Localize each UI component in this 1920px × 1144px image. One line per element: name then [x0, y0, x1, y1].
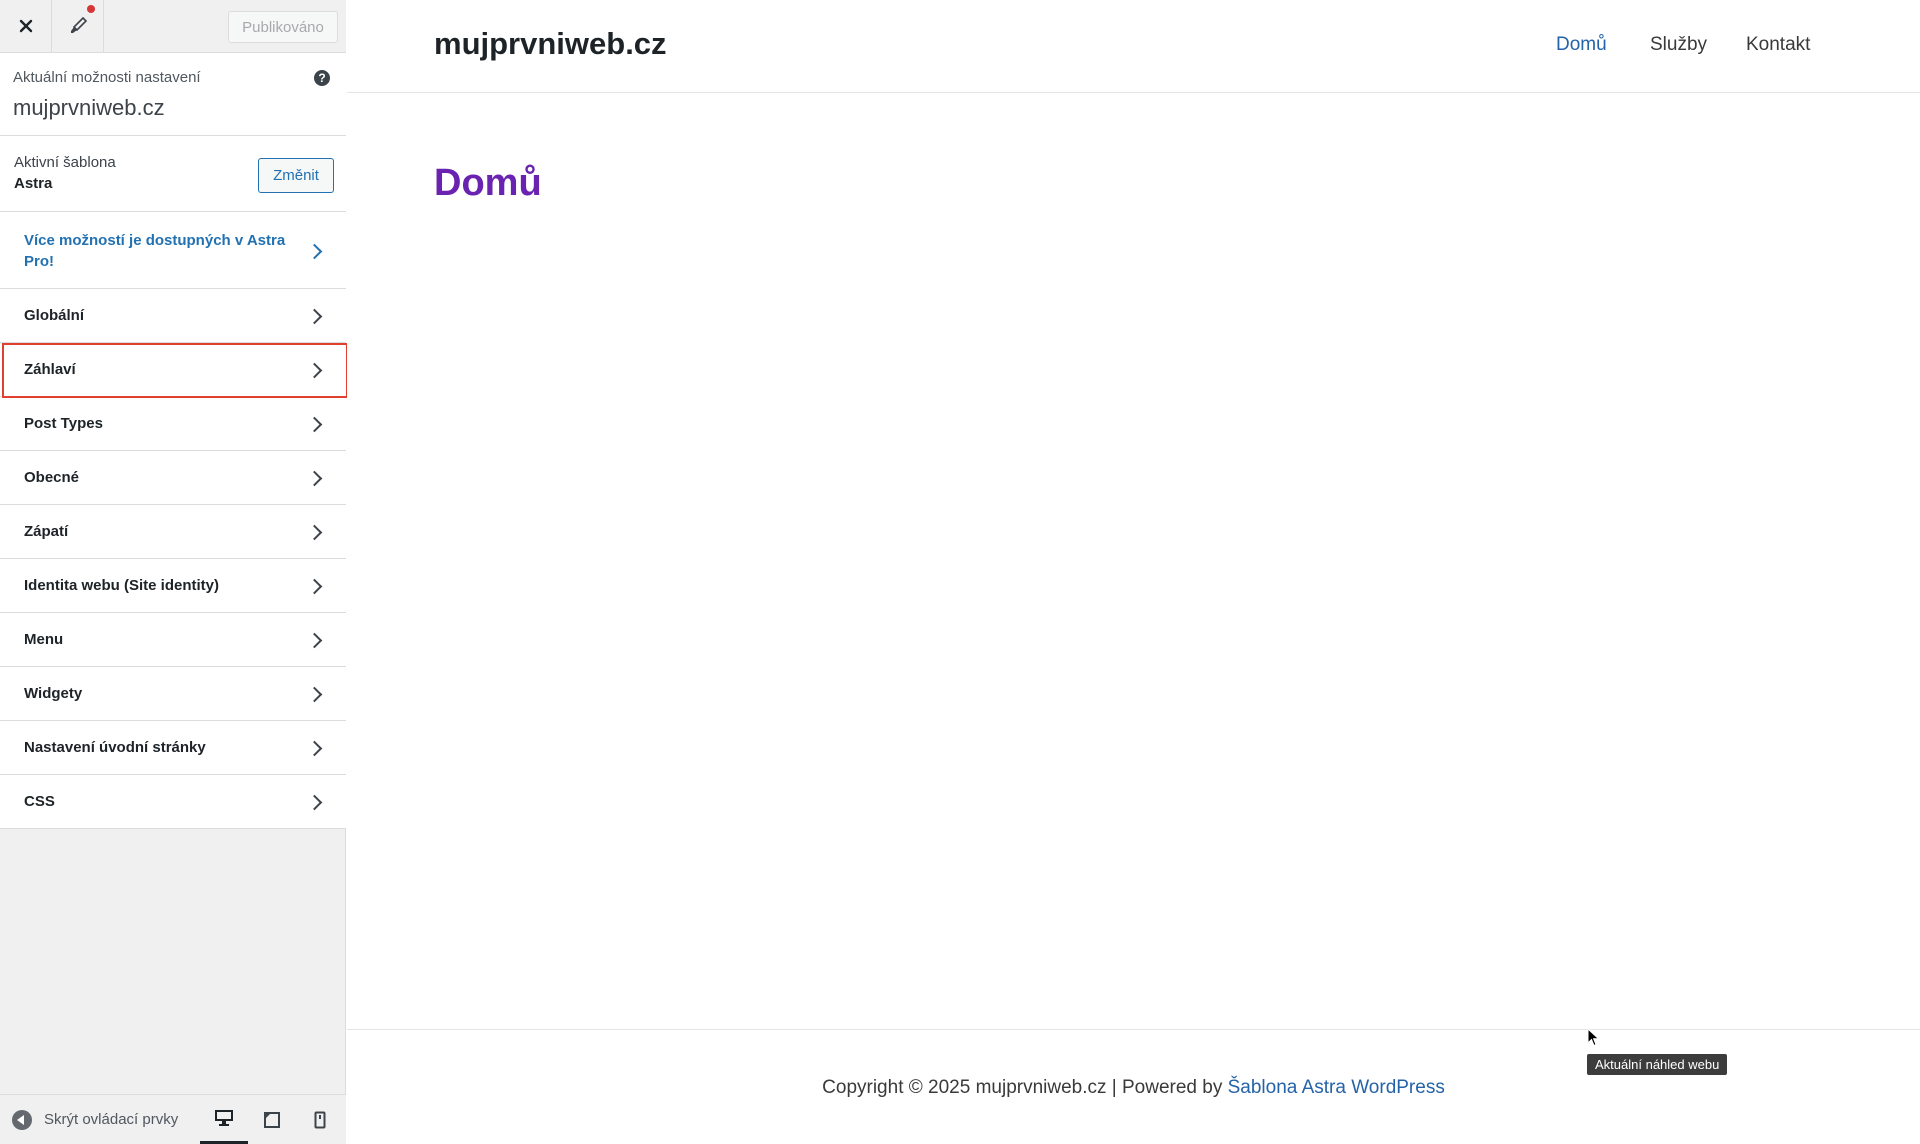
site-header: mujprvniweb.cz Domů Služby Kontakt [347, 0, 1920, 93]
active-theme-name: Astra [14, 175, 53, 192]
section-label: Zápatí [24, 523, 69, 540]
page-heading: Domů [434, 162, 542, 204]
section-post-types[interactable]: Post Types [0, 397, 346, 451]
credit-link[interactable]: Šablona Astra WordPress [1228, 1077, 1445, 1098]
preview-mobile-button[interactable] [296, 1095, 344, 1144]
mobile-icon [314, 1111, 326, 1128]
nav-item-services[interactable]: Služby [1650, 34, 1707, 56]
customizer-topbar: Publikováno [0, 0, 346, 53]
brush-icon [70, 16, 87, 33]
publish-button[interactable]: Publikováno [228, 11, 338, 43]
section-label: Identita webu (Site identity) [24, 577, 220, 594]
customizer-info: Aktuální možnosti nastavení mujprvniweb.… [0, 53, 346, 136]
change-theme-button[interactable]: Změnit [258, 158, 334, 193]
section-label: Obecné [24, 469, 80, 486]
astra-pro-notice-label: Více možností je dostupných v Astra Pro! [24, 232, 286, 270]
collapse-icon[interactable] [12, 1110, 32, 1130]
mouse-cursor-icon [1587, 1028, 1600, 1047]
close-icon [19, 19, 32, 33]
chevron-right-icon [306, 362, 323, 379]
section-css[interactable]: CSS [0, 775, 346, 829]
chevron-right-icon [306, 578, 323, 595]
nav-item-contact[interactable]: Kontakt [1746, 34, 1810, 56]
nav-item-home[interactable]: Domů [1556, 34, 1607, 56]
info-site-name: mujprvniweb.cz [13, 95, 165, 120]
active-theme-label: Aktivní šablona [14, 154, 116, 171]
chevron-right-icon [306, 416, 323, 433]
customizer-footer-bar: Skrýt ovládací prvky [0, 1094, 346, 1144]
section-label: Globální [24, 307, 84, 324]
desktop-icon [215, 1110, 233, 1126]
section-obecne[interactable]: Obecné [0, 451, 346, 505]
section-widgety[interactable]: Widgety [0, 667, 346, 721]
section-label: Nastavení úvodní stránky [24, 739, 206, 756]
unsaved-changes-dot [87, 5, 95, 13]
chevron-right-icon [306, 470, 323, 487]
preview-desktop-button[interactable] [200, 1095, 248, 1144]
preview-tooltip: Aktuální náhled webu [1587, 1054, 1728, 1075]
section-zahlavi[interactable]: Záhlaví [0, 343, 346, 397]
section-menu[interactable]: Menu [0, 613, 346, 667]
section-label: CSS [24, 793, 55, 810]
section-globalni[interactable]: Globální [0, 289, 346, 343]
chevron-right-icon [306, 308, 323, 325]
site-title[interactable]: mujprvniweb.cz [434, 26, 667, 62]
customizer-sidebar: Publikováno Aktuální možnosti nastavení … [0, 0, 348, 1144]
help-icon[interactable]: ? [314, 70, 330, 86]
close-button[interactable] [0, 0, 52, 52]
tablet-icon [264, 1111, 280, 1128]
section-label: Post Types [24, 415, 103, 432]
section-homepage-settings[interactable]: Nastavení úvodní stránky [0, 721, 346, 775]
collapse-label[interactable]: Skrýt ovládací prvky [44, 1111, 178, 1128]
customize-brush-button[interactable] [52, 0, 104, 52]
chevron-right-icon [306, 632, 323, 649]
section-label: Menu [24, 631, 64, 648]
astra-pro-notice[interactable]: Více možností je dostupných v Astra Pro! [0, 212, 346, 289]
active-theme-panel: Aktivní šablona Astra Změnit [0, 136, 346, 212]
section-label: Widgety [24, 685, 83, 702]
section-zapati[interactable]: Zápatí [0, 505, 346, 559]
site-preview: mujprvniweb.cz Domů Služby Kontakt Domů … [347, 0, 1920, 1144]
info-label: Aktuální možnosti nastavení [13, 69, 201, 86]
preview-tablet-button[interactable] [248, 1095, 296, 1144]
chevron-right-icon [306, 524, 323, 541]
chevron-right-icon [306, 243, 323, 260]
section-label: Záhlaví [24, 361, 76, 378]
copyright-text: Copyright © 2025 mujprvniweb.cz | Powere… [347, 1077, 1920, 1099]
copyright-label: Copyright © 2025 mujprvniweb.cz | Powere… [822, 1077, 1228, 1098]
section-site-identity[interactable]: Identita webu (Site identity) [0, 559, 346, 613]
site-footer: Copyright © 2025 mujprvniweb.cz | Powere… [347, 1029, 1920, 1144]
chevron-right-icon [306, 794, 323, 811]
chevron-right-icon [306, 740, 323, 757]
chevron-right-icon [306, 686, 323, 703]
